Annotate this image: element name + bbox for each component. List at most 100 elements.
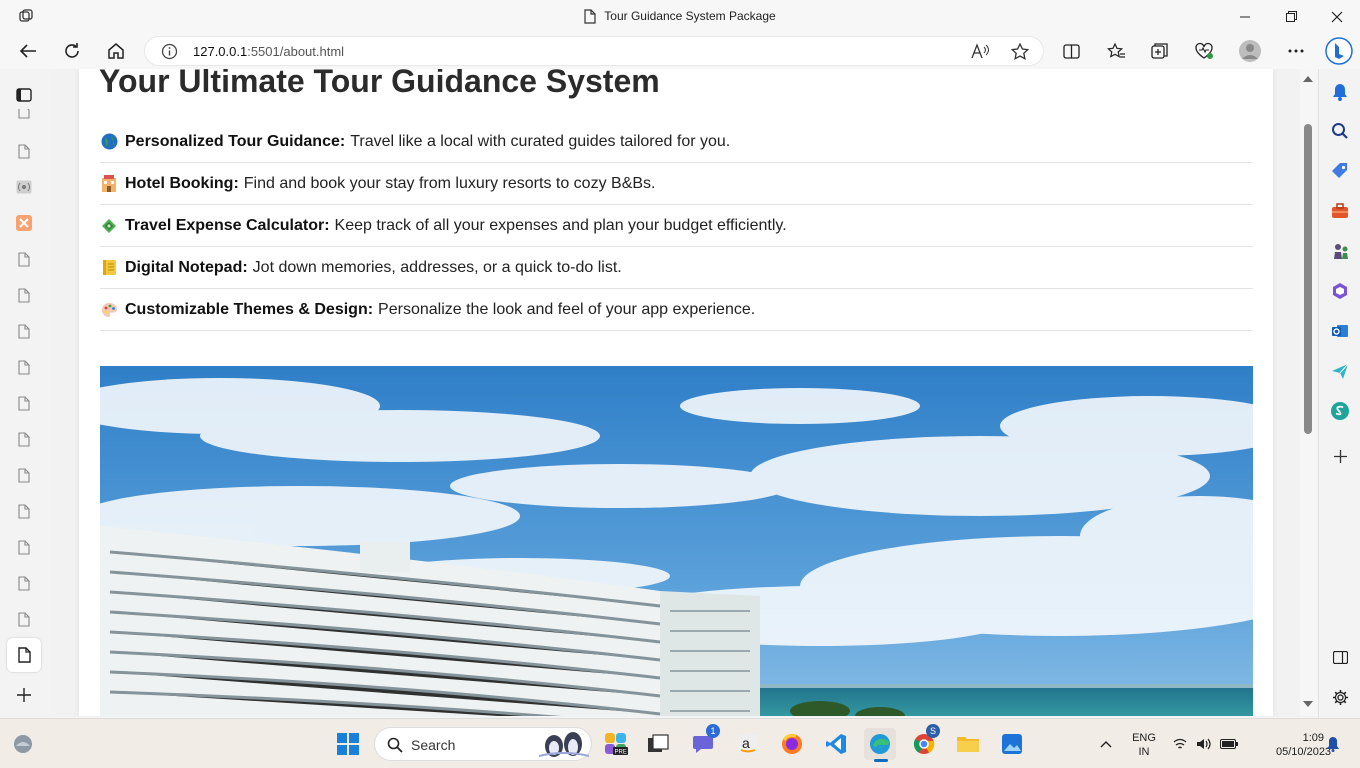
palette-icon [100,301,118,319]
tab-page-icon[interactable] [14,501,34,521]
notification-bell-icon[interactable] [1329,81,1351,103]
feature-list: Personalized Tour Guidance: Travel like … [100,121,1253,331]
close-button[interactable] [1314,0,1360,33]
region-code: IN [1138,746,1150,758]
games-chess-icon[interactable] [1329,240,1351,262]
feature-text: Keep track of all your expenses and plan… [334,216,787,234]
tab-page-icon[interactable] [14,249,34,269]
wifi-icon[interactable] [1170,728,1190,760]
money-icon [100,217,118,235]
weather-widget-icon[interactable] [7,728,39,760]
outlook-icon[interactable] [1329,320,1351,342]
language-code: ENG [1132,732,1156,744]
feature-title: Travel Expense Calculator: [125,216,330,234]
restore-button[interactable] [1268,0,1314,33]
refresh-button[interactable] [57,37,87,65]
browser-toolbar: 127.0.0.1:5501/about.html [0,33,1360,69]
feature-title: Personalized Tour Guidance: [125,132,346,150]
file-explorer-icon[interactable] [952,728,984,760]
feature-item: Personalized Tour Guidance: Travel like … [100,121,1253,163]
chrome-icon[interactable]: S [908,724,940,760]
tab-page-icon[interactable] [14,141,34,161]
copilot-preview-icon[interactable]: PRE [600,728,632,760]
favorite-star-icon[interactable] [1011,43,1029,60]
skype-s-icon[interactable] [1329,400,1351,422]
clock-date: 05/10/2023 [1276,746,1332,758]
firefox-icon[interactable] [776,728,808,760]
clock-time: 1:09 [1302,732,1324,744]
feature-title: Hotel Booking: [125,174,239,192]
search-highlight-penguins-icon [539,732,589,757]
vertical-tabs-strip [0,69,50,718]
tab-page-icon[interactable] [14,573,34,593]
address-bar[interactable]: 127.0.0.1:5501/about.html [144,36,1044,66]
info-icon[interactable] [161,43,178,60]
task-view-icon[interactable] [642,728,674,760]
collections-icon[interactable] [1147,38,1173,64]
windows-taskbar: Search PRE 1 a S ENG IN 1:09 05/10/2023 [0,718,1360,768]
drop-send-icon[interactable] [1329,360,1351,382]
tab-page-icon[interactable] [14,609,34,629]
hide-sidebar-icon[interactable] [1329,646,1351,668]
bing-copilot-icon[interactable] [1324,36,1354,66]
tab-broadcast-icon[interactable] [14,177,34,197]
volume-icon[interactable] [1193,728,1215,760]
microsoft365-icon[interactable] [1329,280,1351,302]
split-screen-icon[interactable] [1058,38,1084,64]
edge-browser-icon[interactable] [864,728,896,762]
language-indicator[interactable]: ENG IN [1126,731,1162,759]
chat-badge: 1 [706,724,720,738]
back-button[interactable] [13,37,43,65]
search-icon[interactable] [1329,120,1351,142]
svg-text:a: a [742,735,750,751]
feature-item: Hotel Booking: Find and book your stay f… [100,163,1253,205]
tab-page-icon[interactable] [14,465,34,485]
chrome-profile-badge: S [926,724,940,738]
favorites-icon[interactable] [1103,38,1129,64]
tab-page-icon[interactable] [14,393,34,413]
notifications-bell-icon[interactable] [1322,728,1344,760]
active-tab[interactable] [7,638,41,672]
more-options-icon[interactable] [1283,38,1309,64]
settings-gear-icon[interactable] [1329,686,1351,708]
tab-page-icon[interactable] [14,285,34,305]
feature-title: Digital Notepad: [125,258,248,276]
feature-text: Personalize the look and feel of your ap… [378,300,756,318]
scroll-up-icon[interactable] [1303,75,1313,82]
tab-page-icon[interactable] [14,537,34,557]
add-sidebar-app-icon[interactable] [1329,445,1351,467]
tab-page-icon[interactable] [14,357,34,377]
url-text[interactable]: 127.0.0.1:5501/about.html [193,44,344,59]
minimize-button[interactable] [1222,0,1268,33]
taskbar-search-box[interactable]: Search [374,727,592,761]
profile-avatar[interactable] [1237,38,1263,64]
page-scrollbar[interactable] [1300,69,1318,716]
clock[interactable]: 1:09 05/10/2023 [1276,731,1332,759]
scrollbar-thumb[interactable] [1304,124,1312,434]
read-aloud-icon[interactable] [971,43,989,60]
new-tab-plus-icon[interactable] [14,685,34,705]
globe-icon [100,133,118,151]
document-icon [584,9,596,24]
teams-chat-icon[interactable]: 1 [688,724,720,760]
tab-page-icon[interactable] [14,109,34,121]
hotel-icon [100,175,118,193]
tab-page-icon[interactable] [14,429,34,449]
photos-app-icon[interactable] [996,728,1028,760]
tab-xampp-icon[interactable] [14,213,34,233]
show-hidden-icons-chevron-icon[interactable] [1090,728,1122,760]
home-button[interactable] [101,37,131,65]
battery-icon[interactable] [1217,728,1241,760]
window-title-text: Tour Guidance System Package [604,9,776,23]
amazon-app-icon[interactable]: a [732,728,764,760]
start-windows-icon[interactable] [332,728,364,760]
scroll-down-icon[interactable] [1303,701,1313,708]
tools-briefcase-icon[interactable] [1329,200,1351,222]
vscode-icon[interactable] [820,728,852,760]
active-app-indicator [874,759,888,762]
browser-essentials-icon[interactable] [1191,38,1217,64]
shopping-tag-icon[interactable] [1329,160,1351,182]
feature-text: Find and book your stay from luxury reso… [243,174,656,192]
tab-page-icon[interactable] [14,321,34,341]
tab-actions-icon[interactable] [14,85,34,105]
